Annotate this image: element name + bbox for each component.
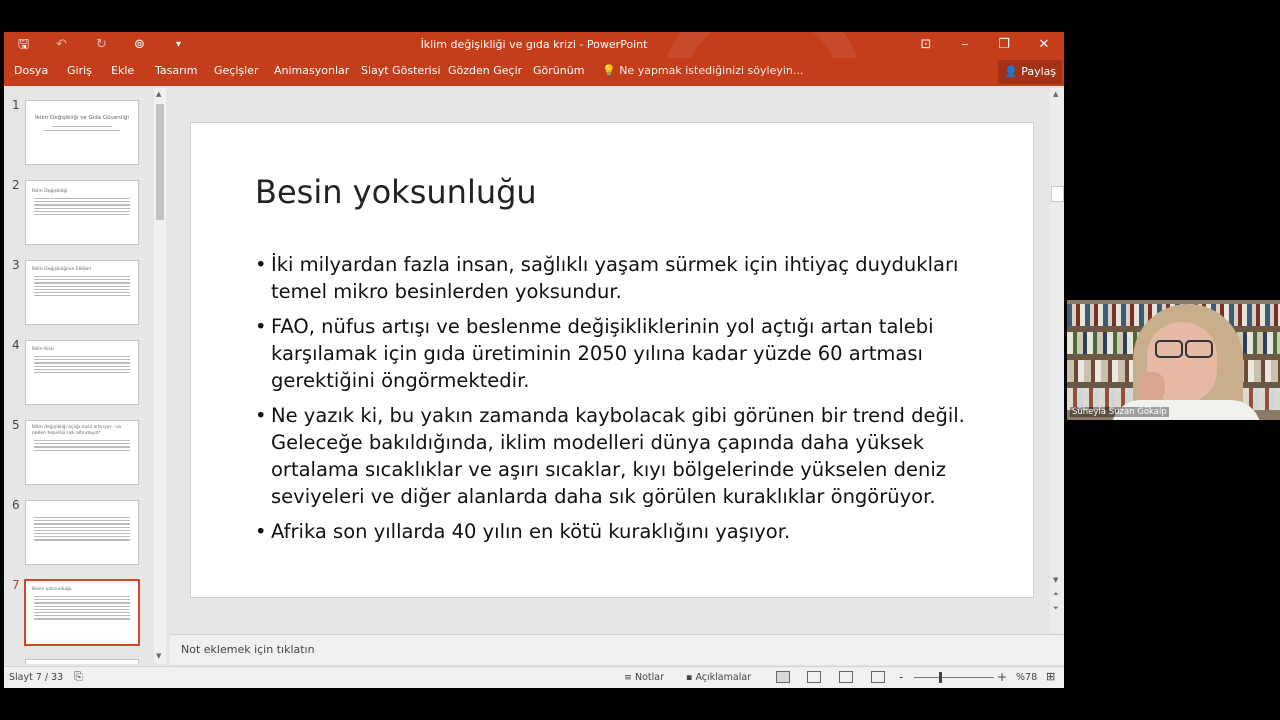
zoom-level[interactable]: %78 [1016,672,1037,683]
thumb-number: 3 [12,258,20,272]
next-slide-icon[interactable]: ⏷ [1053,604,1059,613]
slide-body[interactable]: İki milyardan fazla insan, sağlıklı yaşa… [255,251,1015,553]
slide-thumbnail-8[interactable] [25,659,139,664]
ribbon-display-options-icon[interactable]: ⊡ [912,34,940,56]
comments-toggle[interactable]: ▪ Açıklamalar [686,672,751,683]
share-button[interactable]: 👤 Paylaş [998,60,1062,84]
reading-view-icon[interactable] [839,671,853,683]
person-icon: 👤 [1004,65,1018,78]
notes-icon: ≡ [624,672,635,683]
tab-home[interactable]: Giriş [67,64,92,77]
tab-animations[interactable]: Animasyonlar [274,64,349,77]
thumb-title: Besin yoksunluğu [32,587,72,592]
notes-label: Notlar [634,672,664,683]
thumb-number: 5 [12,418,20,432]
speaker-hand [1139,372,1165,402]
thumb-title: İklim Değişikliğinin Etkileri [32,267,92,272]
notes-placeholder: Not eklemek için tıklatın [181,643,315,656]
tab-file[interactable]: Dosya [14,64,48,77]
slide-bullet: Ne yazık ki, bu yakın zamanda kaybolacak… [255,402,1015,510]
tell-me-placeholder: Ne yapmak istediğinizi söyleyin... [619,64,804,77]
lightbulb-icon: 💡 [602,64,616,77]
glasses [1151,340,1215,358]
powerpoint-window: 🖫 ↶ ↻ ⊚ ▾ İklim değişikliği ve gıda kriz… [4,32,1064,688]
window-title: İklim değişikliği ve gıda krizi - PowerP… [420,38,648,51]
tell-me-search[interactable]: 💡 Ne yapmak istediğinizi söyleyin... [602,64,803,77]
minimize-button[interactable]: – [951,34,979,56]
status-bar: Slayt 7 / 33 ⎘ ≡ Notlar ▪ Açıklamalar - … [4,666,1064,688]
thumb-number: 7 [12,578,20,592]
title-bar: 🖫 ↶ ↻ ⊚ ▾ İklim değişikliği ve gıda kriz… [4,32,1064,196]
tab-view[interactable]: Görünüm [533,64,584,77]
thumb-title: İklim değişikliği açlığı nasıl artırıyor… [32,425,122,436]
notes-toggle[interactable]: ≡ Notlar [624,672,664,683]
scroll-up-icon[interactable]: ▲ [156,90,161,98]
close-button[interactable]: ✕ [1030,34,1058,56]
tab-slide-show[interactable]: Slayt Gösterisi [361,64,441,77]
slide-thumbnail-4[interactable]: İklim Krizi [25,340,139,405]
thumb-number: 4 [12,338,20,352]
notes-pane[interactable]: Not eklemek için tıklatın [170,634,1064,665]
slide-thumbnail-6[interactable] [25,500,139,565]
zoom-out-button[interactable]: - [899,670,903,684]
normal-view-icon[interactable] [776,671,790,683]
fit-to-window-icon[interactable]: ⊞ [1046,670,1055,683]
thumb-number: 2 [12,178,20,192]
slide-thumbnail-2[interactable]: İklim Değişikliği [25,180,139,245]
slide-thumbnail-7[interactable]: Besin yoksunluğu [24,579,140,646]
slide-bullet: Afrika son yıllarda 40 yılın en kötü kur… [255,518,1015,545]
scroll-down-icon[interactable]: ▼ [1053,576,1058,584]
slide-thumbnail-5[interactable]: İklim değişikliği açlığı nasıl artırıyor… [25,420,139,485]
slide-sorter-view-icon[interactable] [807,671,821,683]
spell-check-icon[interactable]: ⎘ [74,670,83,684]
thumb-title: İklim Değişikliği [32,189,68,194]
thumb-number: 1 [12,98,20,112]
zoom-in-button[interactable]: + [997,670,1007,684]
slide-thumbnail-1[interactable]: İklim Değişikliği ve Gıda Güvenliği [25,100,139,165]
scroll-down-icon[interactable]: ▼ [156,652,161,660]
thumb-title: İklim Krizi [32,347,54,352]
zoom-slider-handle[interactable] [939,672,942,683]
webcam-video: Süheyla Suzan Gökalp [1067,300,1280,420]
slide-bullet: İki milyardan fazla insan, sağlıklı yaşa… [255,251,1015,305]
previous-slide-icon[interactable]: ⏶ [1053,590,1059,599]
tab-design[interactable]: Tasarım [155,64,197,77]
slideshow-view-icon[interactable] [871,671,885,683]
slide-counter: Slayt 7 / 33 [9,672,64,683]
thumb-title: İklim Değişikliği ve Gıda Güvenliği [35,115,129,121]
slide-scroll-thumb[interactable] [1051,186,1064,202]
restore-button[interactable]: ❐ [990,34,1018,56]
slide-thumbnail-pane: 1 İklim Değişikliği ve Gıda Güvenliği 2 … [4,88,154,664]
thumbnail-scrollbar[interactable]: ▲ ▼ [154,88,166,664]
tab-insert[interactable]: Ekle [111,64,134,77]
slide-bullet: FAO, nüfus artışı ve beslenme değişiklik… [255,313,1015,394]
zoom-slider[interactable] [914,677,994,678]
slide-scrollbar[interactable]: ▲ ▼ ⏶ ⏷ [1050,88,1064,634]
tab-review[interactable]: Gözden Geçir [448,64,522,77]
slide-editing-area: Besin yoksunluğu İki milyardan fazla ins… [170,88,1054,626]
scroll-up-icon[interactable]: ▲ [1053,90,1058,98]
tab-transitions[interactable]: Geçişler [214,64,258,77]
participant-name: Süheyla Suzan Gökalp [1070,407,1169,417]
comments-label: Açıklamalar [695,672,752,683]
ribbon-tabs: Dosya Giriş Ekle Tasarım Geçişler Animas… [4,58,1064,86]
current-slide[interactable]: Besin yoksunluğu İki milyardan fazla ins… [190,122,1034,598]
thumb-number: 6 [12,498,20,512]
share-label: Paylaş [1021,65,1057,78]
slide-title[interactable]: Besin yoksunluğu [255,173,537,211]
slide-thumbnail-3[interactable]: İklim Değişikliğinin Etkileri [25,260,139,325]
thumbnail-scroll-thumb[interactable] [156,104,164,220]
